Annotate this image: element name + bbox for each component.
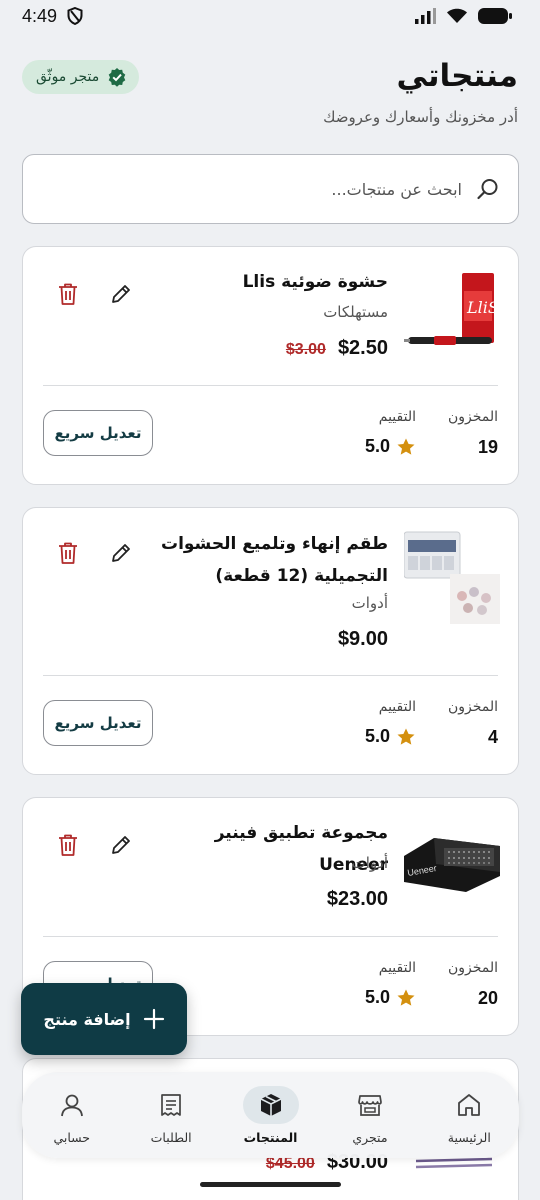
price-row: $2.50 $3.00 xyxy=(286,337,388,360)
product-price: $23.00 xyxy=(326,888,388,910)
nav-store[interactable]: متجري xyxy=(327,1086,413,1145)
pencil-icon xyxy=(112,285,130,303)
shield-icon xyxy=(67,7,83,25)
quick-edit-button[interactable]: تعديل سريع xyxy=(43,700,153,746)
product-category: مستهلكات xyxy=(323,303,388,321)
nav-products[interactable]: المنتجات xyxy=(228,1085,314,1145)
search-bar[interactable] xyxy=(22,154,519,224)
product-category: أدوات xyxy=(351,594,388,612)
search-input[interactable] xyxy=(41,179,462,199)
store-icon xyxy=(358,1094,382,1116)
product-name: طقم إنهاء وتلميع الحشوات التجميلية (12 ق… xyxy=(160,534,388,586)
product-image: Ueneer xyxy=(404,826,500,916)
status-left: 4:49 xyxy=(22,6,83,27)
signal-icon xyxy=(415,8,436,24)
product-name: حشوة ضوئية Llis xyxy=(242,272,388,292)
nav-account-icon-wrap xyxy=(44,1086,100,1124)
rating-label: التقييم xyxy=(378,409,416,425)
product-card: طقم إنهاء وتلميع الحشوات التجميلية (12 ق… xyxy=(22,507,519,775)
product-category: أدوات xyxy=(351,854,388,872)
delete-button[interactable] xyxy=(53,538,83,568)
pencil-icon xyxy=(112,836,130,854)
pencil-icon xyxy=(112,544,130,562)
add-product-button[interactable]: إضافة منتج xyxy=(21,983,187,1055)
nav-orders-label: الطلبات xyxy=(150,1129,192,1145)
page-header: منتجاتي أدر مخزونك وأسعارك وعروضك متجر م… xyxy=(22,58,518,138)
product-image xyxy=(403,530,500,625)
nav-orders[interactable]: الطلبات xyxy=(128,1086,214,1145)
rating-value: 5.0 xyxy=(365,436,416,457)
product-price: $2.50 xyxy=(337,337,388,359)
nav-home[interactable]: الرئيسية xyxy=(426,1086,512,1145)
verified-store-badge: متجر موثّق xyxy=(22,60,140,94)
bottom-navigation: الرئيسية متجري المنتجات الطلبات حسابي xyxy=(22,1072,519,1158)
star-icon xyxy=(397,728,415,745)
box-icon xyxy=(260,1093,281,1116)
nav-home-icon-wrap xyxy=(441,1086,497,1124)
home-indicator xyxy=(200,1182,341,1187)
delete-button[interactable] xyxy=(53,279,83,309)
page-title: منتجاتي xyxy=(396,58,519,94)
rating-label: التقييم xyxy=(378,699,416,715)
star-icon xyxy=(397,438,415,455)
price-row: $9.00 xyxy=(338,628,388,651)
rating-number: 5.0 xyxy=(364,436,390,456)
card-divider xyxy=(43,675,498,676)
edit-button[interactable] xyxy=(106,279,136,309)
add-product-label: إضافة منتج xyxy=(43,1009,131,1029)
nav-products-icon-wrap xyxy=(242,1085,299,1124)
page-subtitle: أدر مخزونك وأسعارك وعروضك xyxy=(323,108,518,126)
star-icon xyxy=(397,989,415,1006)
plus-icon xyxy=(143,1008,164,1030)
product-old-price: $3.00 xyxy=(285,341,326,358)
user-icon xyxy=(60,1094,83,1116)
product-image xyxy=(414,1155,494,1179)
rating-value: 5.0 xyxy=(365,987,416,1008)
nav-products-label: المنتجات xyxy=(243,1129,298,1145)
delete-button[interactable] xyxy=(53,830,83,860)
verified-check-icon xyxy=(108,68,126,87)
card-divider xyxy=(43,936,498,937)
nav-home-label: الرئيسية xyxy=(447,1129,491,1145)
edit-button[interactable] xyxy=(106,538,136,568)
price-row: $23.00 xyxy=(327,888,388,911)
search-icon xyxy=(477,179,498,200)
wifi-icon xyxy=(447,8,467,23)
status-bar: 4:49 xyxy=(0,0,540,32)
battery-icon xyxy=(478,8,512,24)
home-icon xyxy=(458,1093,481,1116)
product-card: LliS حشوة ضوئية Llis مستهلكات $2.50 $3.0… xyxy=(22,246,519,485)
product-image: LliS xyxy=(404,269,500,359)
stock-label: المخزون xyxy=(447,960,498,976)
nav-orders-icon-wrap xyxy=(143,1086,199,1124)
product-price: $9.00 xyxy=(337,628,388,650)
stock-value: 19 xyxy=(477,437,498,457)
rating-number: 5.0 xyxy=(364,987,390,1007)
rating-number: 5.0 xyxy=(364,726,390,746)
card-divider xyxy=(43,385,498,386)
verified-badge-label: متجر موثّق xyxy=(36,69,100,85)
trash-icon xyxy=(59,542,77,564)
status-right xyxy=(414,8,512,24)
stock-label: المخزون xyxy=(447,699,498,715)
receipt-icon xyxy=(161,1093,181,1116)
edit-button[interactable] xyxy=(106,830,136,860)
quick-edit-button[interactable]: تعديل سريع xyxy=(43,410,153,456)
stock-label: المخزون xyxy=(447,409,498,425)
nav-account[interactable]: حسابي xyxy=(29,1086,115,1145)
trash-icon xyxy=(59,283,77,305)
rating-label: التقييم xyxy=(378,960,416,976)
rating-value: 5.0 xyxy=(365,726,416,747)
stock-value: 20 xyxy=(477,988,498,1008)
nav-store-icon-wrap xyxy=(342,1086,398,1124)
svg-text:LliS: LliS xyxy=(466,298,499,317)
nav-store-label: متجري xyxy=(352,1129,388,1145)
status-time: 4:49 xyxy=(22,5,58,26)
nav-account-label: حسابي xyxy=(53,1129,91,1145)
stock-value: 4 xyxy=(487,727,498,747)
trash-icon xyxy=(59,834,77,856)
